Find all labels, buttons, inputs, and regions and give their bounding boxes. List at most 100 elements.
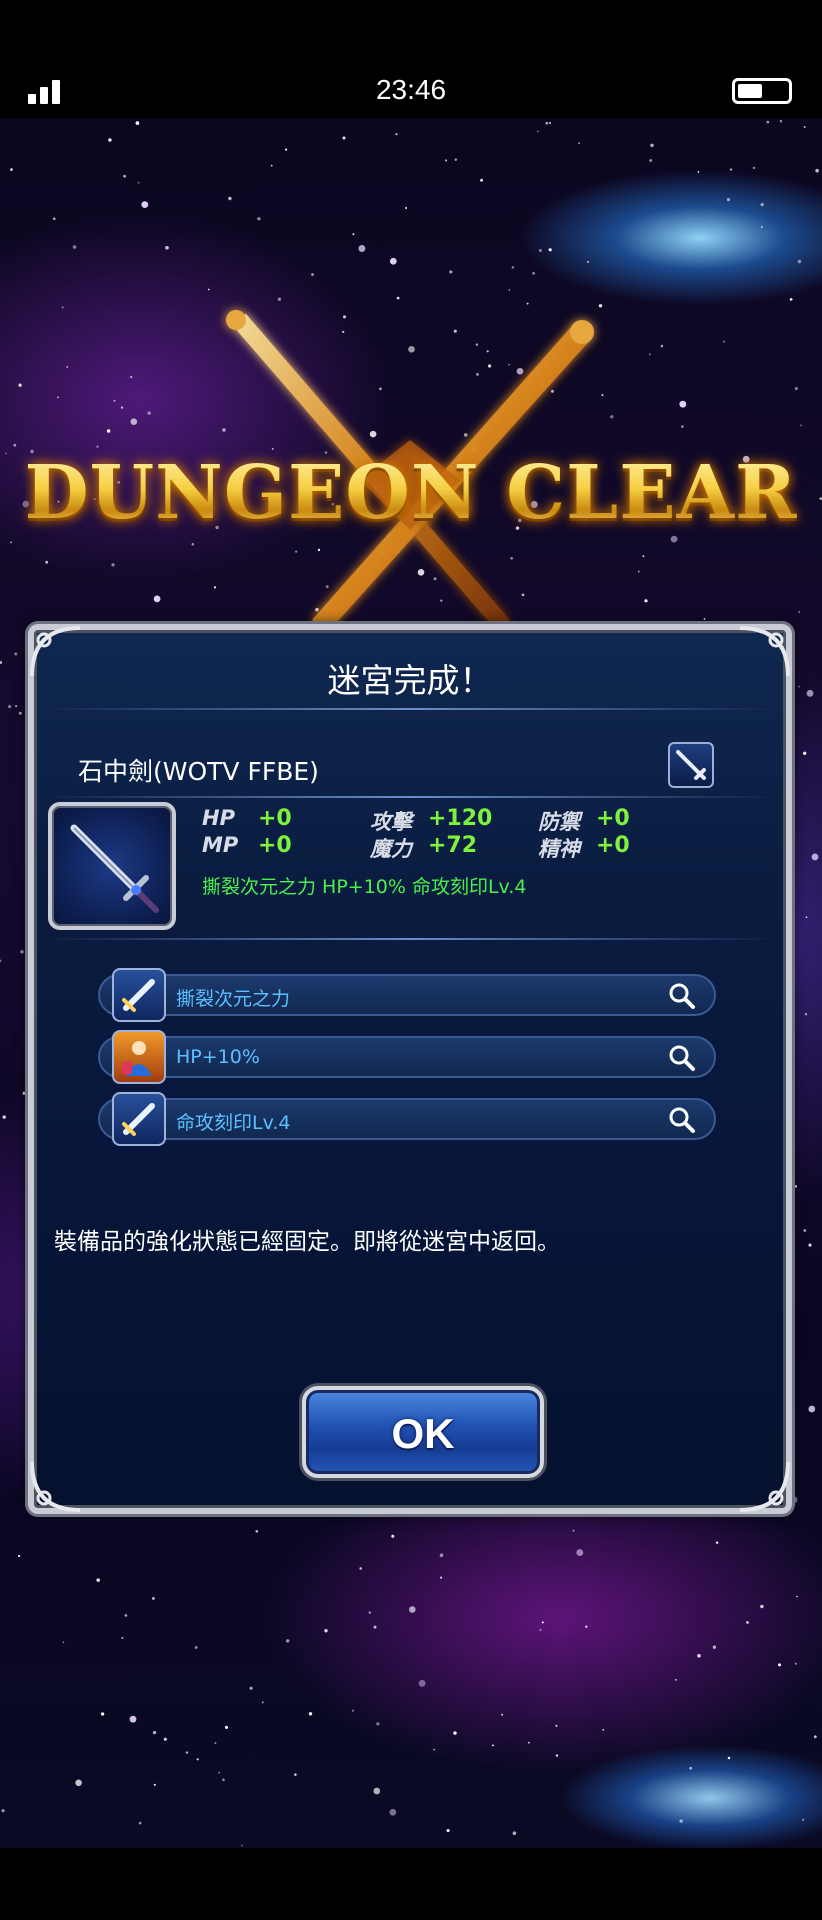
star <box>808 1243 812 1247</box>
star <box>539 249 542 252</box>
search-icon[interactable] <box>668 1044 696 1072</box>
star <box>123 174 126 178</box>
star <box>808 1405 816 1413</box>
star <box>445 159 447 162</box>
star <box>453 1731 457 1735</box>
star <box>108 138 112 142</box>
sword-ability-icon <box>112 1092 166 1146</box>
sword-ability-icon <box>112 968 166 1022</box>
star <box>815 168 819 173</box>
bottom-bar <box>0 1848 822 1920</box>
star <box>752 166 756 170</box>
star <box>548 121 552 125</box>
star <box>794 1662 797 1665</box>
star <box>224 1725 229 1729</box>
star <box>760 203 764 207</box>
star <box>727 1756 731 1760</box>
star <box>352 1709 354 1712</box>
star <box>137 181 140 184</box>
star <box>796 1595 798 1598</box>
star <box>395 133 398 136</box>
star <box>491 1744 494 1747</box>
star <box>373 1787 381 1795</box>
star <box>151 1596 155 1600</box>
star <box>22 1091 26 1095</box>
star <box>352 233 355 236</box>
star <box>62 1641 65 1644</box>
star <box>433 1748 436 1751</box>
star <box>602 1729 605 1731</box>
star <box>207 288 210 291</box>
dungeon-complete-dialog: 迷宮完成！ 石中劍(WOTV FFBE) HP +0 攻擊 +120 防禦 +0… <box>28 624 792 1514</box>
stat-label-spirit: 精神 <box>538 837 580 861</box>
star <box>726 198 731 202</box>
star <box>532 272 535 275</box>
star <box>261 1701 264 1704</box>
item-name: 石中劍(WOTV FFBE) <box>78 757 319 786</box>
stat-value-spirit: +0 <box>596 833 630 858</box>
star <box>585 1625 588 1628</box>
stat-value-mp: +0 <box>258 833 292 858</box>
star <box>679 1819 683 1823</box>
star <box>241 1844 243 1847</box>
star <box>165 246 169 250</box>
star <box>286 1639 290 1643</box>
star <box>7 704 12 709</box>
stat-value-magic: +72 <box>428 833 478 858</box>
dialog-message: 裝備品的強化狀態已經固定。即將從迷宮中返回。 <box>54 1229 560 1255</box>
ability-row[interactable]: HP+10% <box>98 1030 716 1084</box>
dungeon-clear-title: DUNGEON CLEAR <box>0 450 822 536</box>
star <box>404 206 408 210</box>
star <box>806 689 814 697</box>
star <box>152 1730 157 1735</box>
divider <box>44 796 776 798</box>
star <box>141 201 149 209</box>
star <box>798 685 801 688</box>
star <box>766 120 770 124</box>
star <box>527 1741 530 1744</box>
stat-label-hp: HP <box>202 806 235 830</box>
star <box>409 1606 416 1613</box>
star <box>17 1554 21 1558</box>
star <box>804 1012 808 1016</box>
star <box>555 1754 559 1757</box>
star <box>311 273 314 276</box>
star <box>649 159 653 162</box>
ok-button-label: OK <box>391 1410 455 1457</box>
star <box>712 1645 717 1649</box>
star <box>75 1779 82 1787</box>
star <box>218 1771 221 1774</box>
ok-button[interactable]: OK <box>302 1386 544 1478</box>
corner-ornament-icon <box>739 1461 790 1512</box>
star <box>511 266 515 269</box>
search-icon[interactable] <box>668 1106 696 1134</box>
star <box>1 1809 5 1813</box>
star <box>794 1185 798 1188</box>
ability-row[interactable]: 命攻刻印Lv.4 <box>98 1092 716 1146</box>
star <box>2 1115 6 1119</box>
star <box>539 1628 542 1632</box>
star <box>813 1735 817 1739</box>
star <box>501 1713 504 1716</box>
divider <box>44 938 776 940</box>
star <box>14 652 18 656</box>
stat-label-attack: 攻擊 <box>370 810 412 834</box>
star <box>368 1611 372 1614</box>
ability-row[interactable]: 撕裂次元之力 <box>98 968 716 1022</box>
stat-label-defense: 防禦 <box>538 810 580 834</box>
search-icon[interactable] <box>668 982 696 1010</box>
hp-ability-icon <box>112 1030 166 1084</box>
star <box>196 1758 199 1761</box>
star <box>376 1722 380 1726</box>
star <box>0 660 3 665</box>
divider <box>44 708 776 710</box>
star <box>454 158 457 161</box>
star <box>138 1821 142 1825</box>
star <box>255 1529 259 1533</box>
star <box>541 1621 544 1624</box>
sword-icon <box>70 824 159 913</box>
star <box>777 1663 782 1667</box>
stat-value-attack: +120 <box>428 806 493 831</box>
star <box>446 1829 450 1833</box>
star <box>20 950 24 954</box>
